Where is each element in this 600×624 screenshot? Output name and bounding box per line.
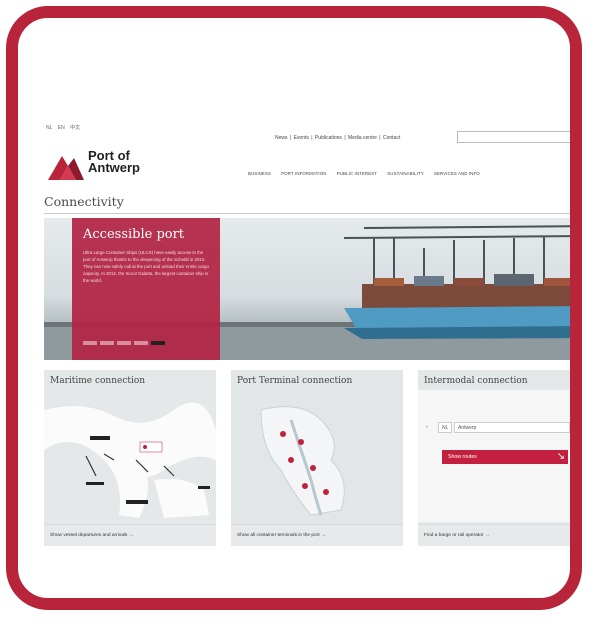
tile-footer-link[interactable]: Find a barge or rail operator → [418, 524, 570, 546]
tile-title: Port Terminal connection [237, 376, 353, 386]
hero-text: Ultra Large Container Ships (ULCS) have … [83, 250, 209, 283]
search-box[interactable]: ⌕ [457, 131, 570, 149]
arrow-icon: ↘ [556, 451, 565, 462]
link-contact[interactable]: Contact [383, 135, 400, 141]
page-frame: NL EN 中文 News | Events | Publications | … [6, 6, 582, 610]
intermodal-connection-tile[interactable]: Intermodal connection › NL Antwerp Show … [418, 370, 570, 546]
nav-business[interactable]: BUSINESS [248, 171, 271, 176]
country-select[interactable]: NL [438, 422, 452, 433]
slider-dots[interactable] [83, 332, 168, 350]
search-input[interactable] [458, 139, 570, 149]
maritime-connection-tile[interactable]: Maritime connection Show vessel departur… [44, 370, 216, 546]
link-news[interactable]: News [275, 135, 288, 141]
tile-title: Intermodal connection [424, 376, 528, 386]
slide-dot[interactable] [134, 341, 148, 345]
tile-footer-link[interactable]: Show vessel departures and arrivals → [44, 524, 216, 546]
nav-services-and-info[interactable]: SERVICES AND INFO [434, 171, 480, 176]
nav-public-interest[interactable]: PUBLIC INTEREST [337, 171, 377, 176]
hero-card: Accessible port Ultra Large Container Sh… [72, 218, 220, 360]
language-switcher[interactable]: NL EN 中文 [46, 124, 84, 131]
nav-port-information[interactable]: PORT INFORMATION [281, 171, 326, 176]
hero-title: Accessible port [83, 227, 185, 242]
utility-links: News | Events | Publications | Media cen… [275, 135, 401, 141]
slide-dot-active[interactable] [151, 341, 165, 345]
lang-zh[interactable]: 中文 [70, 125, 80, 131]
logo-mark-icon [48, 156, 84, 180]
lang-nl[interactable]: NL [46, 125, 52, 131]
link-events[interactable]: Events [294, 135, 309, 141]
slide-dot[interactable] [100, 341, 114, 345]
destination-input[interactable]: Antwerp [454, 422, 570, 433]
link-media-centre[interactable]: Media centre [348, 135, 377, 141]
from-label: › [426, 424, 428, 430]
website-page: NL EN 中文 News | Events | Publications | … [40, 118, 570, 548]
logo-text: Port of Antwerp [88, 148, 140, 175]
port-terminal-tile[interactable]: Port Terminal connection Show all contai… [231, 370, 403, 546]
show-routes-button[interactable]: Show routes ↘ [442, 450, 568, 464]
lang-en[interactable]: EN [58, 125, 65, 131]
divider [44, 213, 570, 214]
page-title: Connectivity [44, 194, 124, 209]
port-of-antwerp-logo[interactable]: Port of Antwerp [46, 148, 166, 182]
nav-sustainability[interactable]: SUSTAINABILITY [387, 171, 423, 176]
slide-dot[interactable] [117, 341, 131, 345]
link-publications[interactable]: Publications [315, 135, 342, 141]
route-form: › NL Antwerp [426, 422, 570, 434]
tile-footer-link[interactable]: Show all container terminals in the port… [231, 524, 403, 546]
slide-dot[interactable] [83, 341, 97, 345]
port-map-icon [260, 406, 345, 516]
hero-banner[interactable]: Accessible port Ultra Large Container Sh… [44, 218, 570, 360]
tile-title: Maritime connection [50, 376, 146, 386]
main-nav: BUSINESS PORT INFORMATION PUBLIC INTERES… [248, 171, 489, 176]
world-map-icon [44, 402, 216, 518]
